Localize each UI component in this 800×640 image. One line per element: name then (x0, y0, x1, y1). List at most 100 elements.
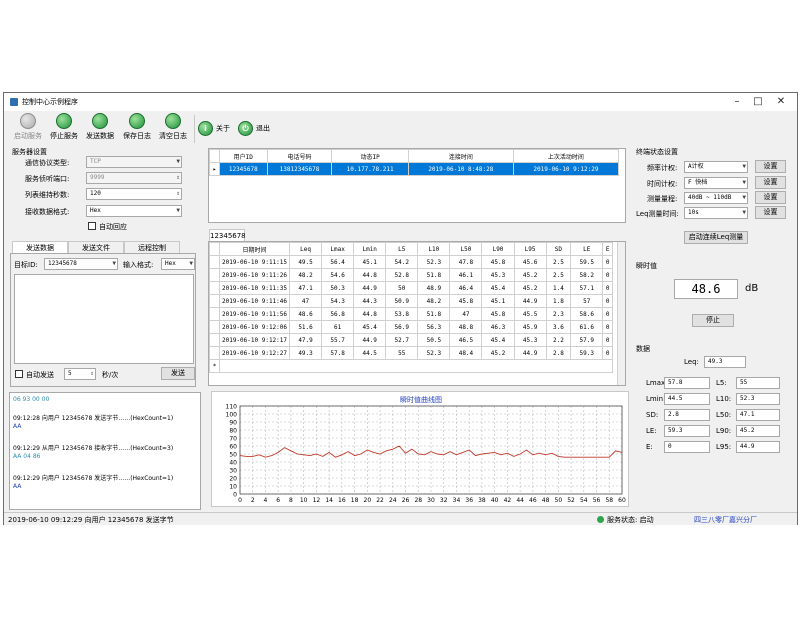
table-cell[interactable]: 44.3 (353, 294, 387, 308)
table-cell[interactable]: 56.3 (417, 320, 451, 334)
table-cell[interactable]: 46.5 (449, 333, 483, 347)
table-row[interactable]: 2019-06-10 9:11:35 47.1 50.3 44.9 50 48.9 46.4… (209, 281, 613, 295)
table-cell[interactable]: 45.6 (513, 255, 547, 269)
table-cell[interactable]: 0 (602, 294, 613, 308)
spin-arrows-icon[interactable]: ⇕ (176, 173, 180, 183)
tab-remote-control[interactable]: 远程控制 (124, 241, 180, 253)
about-button[interactable]: i 关于 (198, 121, 230, 136)
table-cell[interactable]: 2019-06-10 8:48:28 (407, 162, 514, 176)
column-header[interactable]: 连接时间 (407, 149, 514, 163)
interval-stepper[interactable]: 5 ⇕ (64, 368, 96, 380)
target-id-select[interactable]: 12345678 ▼ (44, 258, 118, 270)
table-cell[interactable]: 57.9 (570, 333, 604, 347)
table-cell[interactable]: 44.8 (353, 268, 387, 282)
column-header[interactable]: SD (545, 242, 572, 256)
table-cell[interactable]: 58.2 (570, 268, 604, 282)
table-cell[interactable]: 51.6 (288, 320, 323, 334)
set-leq-time-button[interactable]: 设置 (755, 206, 786, 219)
protocol-select[interactable]: TCP ▼ (86, 156, 182, 168)
stop-button[interactable]: 停止 (692, 314, 734, 327)
table-cell[interactable]: 48.8 (449, 320, 483, 334)
auto-send-checkbox[interactable] (15, 370, 23, 378)
send-data-button[interactable]: 发送数据 (84, 113, 116, 141)
stop-service-button[interactable]: 停止服务 (48, 113, 80, 141)
table-cell[interactable]: 44.9 (513, 346, 547, 360)
recv-format-select[interactable]: Hex ▼ (86, 205, 182, 217)
save-log-button[interactable]: 保存日志 (120, 113, 154, 141)
table-cell[interactable]: 54.3 (321, 294, 355, 308)
table-cell[interactable]: 45.1 (481, 294, 515, 308)
column-header[interactable]: L50 (449, 242, 483, 256)
table-row[interactable]: 2019-06-10 9:11:26 48.2 54.6 44.8 52.8 51.8 46… (209, 268, 613, 282)
port-stepper[interactable]: 9999 ⇕ (86, 172, 182, 184)
start-service-button[interactable]: 启动服务 (12, 113, 44, 141)
time-weight-select[interactable]: F 快档 ▼ (684, 177, 748, 189)
table-cell[interactable]: 61 (321, 320, 355, 334)
table-cell[interactable]: 48.2 (288, 268, 323, 282)
table-cell[interactable]: 2.5 (545, 255, 572, 269)
set-time-button[interactable]: 设置 (755, 176, 786, 189)
exit-button[interactable]: ⏻ 退出 (238, 121, 270, 136)
table-cell[interactable]: 0 (602, 307, 613, 321)
table-cell[interactable]: 45.2 (513, 281, 547, 295)
column-header[interactable]: 电话号码 (266, 149, 333, 163)
table-cell[interactable]: 46.4 (449, 281, 483, 295)
table-cell[interactable]: 48.6 (288, 307, 323, 321)
table-cell[interactable]: 45.4 (481, 281, 515, 295)
table-cell[interactable]: 45.9 (513, 320, 547, 334)
table-row[interactable]: 2019-06-10 9:12:17 47.9 55.7 44.9 52.7 50.5 46… (209, 333, 613, 347)
close-button[interactable]: ✕ (772, 95, 790, 109)
table-cell[interactable]: 12345678 (219, 162, 268, 176)
table-cell[interactable]: 46.3 (481, 320, 515, 334)
row-header[interactable] (209, 333, 220, 347)
table-cell[interactable]: 2019-06-10 9:12:29 (512, 162, 620, 176)
table-cell[interactable]: 56.8 (321, 307, 355, 321)
minimize-button[interactable]: – (728, 95, 746, 109)
table-cell[interactable]: 48.9 (417, 281, 451, 295)
column-header[interactable]: Lmin (353, 242, 387, 256)
column-header[interactable]: 日期时间 (219, 242, 290, 256)
table-cell[interactable]: 61.6 (570, 320, 604, 334)
table-cell[interactable]: 59.3 (570, 346, 604, 360)
row-header[interactable] (209, 294, 220, 308)
table-cell[interactable]: 54.6 (321, 268, 355, 282)
table-row[interactable]: 2019-06-10 9:12:27 49.3 57.8 44.5 55 52.3 48.4… (209, 346, 613, 360)
row-header[interactable] (209, 255, 220, 269)
table-cell[interactable]: 45.5 (513, 307, 547, 321)
new-row[interactable]: * (209, 359, 613, 373)
table-row[interactable]: 2019-06-10 9:12:06 51.6 61 45.4 56.9 56.3 48.8… (209, 320, 613, 334)
maximize-button[interactable]: □ (749, 95, 767, 109)
table-cell[interactable]: 47 (288, 294, 323, 308)
column-header[interactable]: Lmax (321, 242, 355, 256)
table-row[interactable]: 2019-06-10 9:11:15 49.5 56.4 45.1 54.2 52.3 47… (209, 255, 613, 269)
table-cell[interactable]: 44.9 (353, 333, 387, 347)
table-cell[interactable]: 45.3 (481, 268, 515, 282)
row-header[interactable] (209, 281, 220, 295)
table-cell[interactable]: 55 (385, 346, 419, 360)
send-button[interactable]: 发送 (161, 367, 195, 380)
table-row[interactable]: 2019-06-10 9:11:46 47 54.3 44.3 50.9 48.2 45.8… (209, 294, 613, 308)
table-cell[interactable]: 2019-06-10 9:12:17 (219, 333, 290, 347)
table-cell[interactable]: 3.6 (545, 320, 572, 334)
table-cell[interactable]: 45.4 (481, 333, 515, 347)
table-cell[interactable]: 0 (602, 346, 613, 360)
row-header[interactable] (209, 346, 220, 360)
table-cell[interactable]: 46.1 (449, 268, 483, 282)
freq-weight-select[interactable]: A计权 ▼ (684, 161, 748, 173)
input-format-select[interactable]: Hex ▼ (161, 258, 195, 270)
row-header[interactable] (209, 307, 220, 321)
table-cell[interactable]: 45.2 (513, 268, 547, 282)
table-cell[interactable]: 0 (602, 281, 613, 295)
row-header[interactable] (209, 268, 220, 282)
table-cell[interactable]: 51.8 (417, 268, 451, 282)
table-cell[interactable]: 48.2 (417, 294, 451, 308)
table-cell[interactable]: 45.3 (513, 333, 547, 347)
table-cell[interactable]: 0 (602, 255, 613, 269)
table-cell[interactable]: 2019-06-10 9:12:06 (219, 320, 290, 334)
table-cell[interactable]: 45.8 (481, 307, 515, 321)
table-cell[interactable]: 2.5 (545, 268, 572, 282)
table-cell[interactable]: 50.5 (417, 333, 451, 347)
table-cell[interactable]: 49.5 (288, 255, 323, 269)
table-cell[interactable]: 0 (602, 320, 613, 334)
table-cell[interactable]: 54.2 (385, 255, 419, 269)
